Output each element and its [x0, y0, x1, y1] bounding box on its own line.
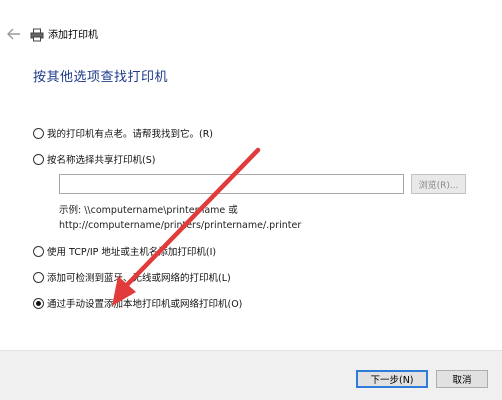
- browse-button[interactable]: 浏览(R)...: [411, 174, 466, 194]
- option-shared-printer[interactable]: 按名称选择共享打印机(S): [33, 152, 155, 166]
- window-title: 添加打印机: [48, 30, 98, 41]
- radio-tcpip[interactable]: [33, 245, 44, 257]
- example-text: 示例: \\computername\printername 或 http://…: [59, 203, 301, 233]
- annotation-arrow: [112, 147, 261, 306]
- printer-icon: [30, 27, 44, 42]
- radio-manual-settings[interactable]: [33, 297, 44, 309]
- option-manual-settings[interactable]: 通过手动设置添加本地打印机或网络打印机(O): [33, 296, 242, 310]
- radio-old-printer[interactable]: [33, 127, 44, 139]
- titlebar: 添加打印机: [0, 0, 502, 60]
- option-tcpip[interactable]: 使用 TCP/IP 地址或主机名添加打印机(I): [33, 244, 216, 258]
- option-bluetooth-wireless-label: 添加可检测到蓝牙、无线或网络的打印机(L): [47, 273, 231, 284]
- radio-shared-printer[interactable]: [33, 153, 44, 165]
- option-shared-printer-label: 按名称选择共享打印机(S): [47, 155, 156, 166]
- cancel-button[interactable]: 取消: [436, 370, 488, 388]
- option-old-printer[interactable]: 我的打印机有点老。请帮我找到它。(R): [33, 126, 213, 140]
- add-printer-window: 添加打印机 按其他选项查找打印机 我的打印机有点老。请帮我找到它。(R) 按名称…: [0, 0, 502, 400]
- example-line-1: 示例: \\computername\printername 或: [59, 205, 238, 216]
- next-button[interactable]: 下一步(N): [356, 370, 428, 388]
- option-manual-settings-label: 通过手动设置添加本地打印机或网络打印机(O): [47, 299, 243, 310]
- option-tcpip-label: 使用 TCP/IP 地址或主机名添加打印机(I): [47, 247, 217, 258]
- option-bluetooth-wireless[interactable]: 添加可检测到蓝牙、无线或网络的打印机(L): [33, 270, 231, 284]
- option-old-printer-label: 我的打印机有点老。请帮我找到它。(R): [47, 129, 214, 140]
- example-line-2: http://computername/printers/printername…: [59, 220, 302, 231]
- shared-printer-name-input[interactable]: [59, 174, 404, 194]
- back-arrow-icon[interactable]: [6, 27, 22, 41]
- page-heading: 按其他选项查找打印机: [33, 70, 169, 85]
- radio-bluetooth-wireless[interactable]: [33, 271, 44, 283]
